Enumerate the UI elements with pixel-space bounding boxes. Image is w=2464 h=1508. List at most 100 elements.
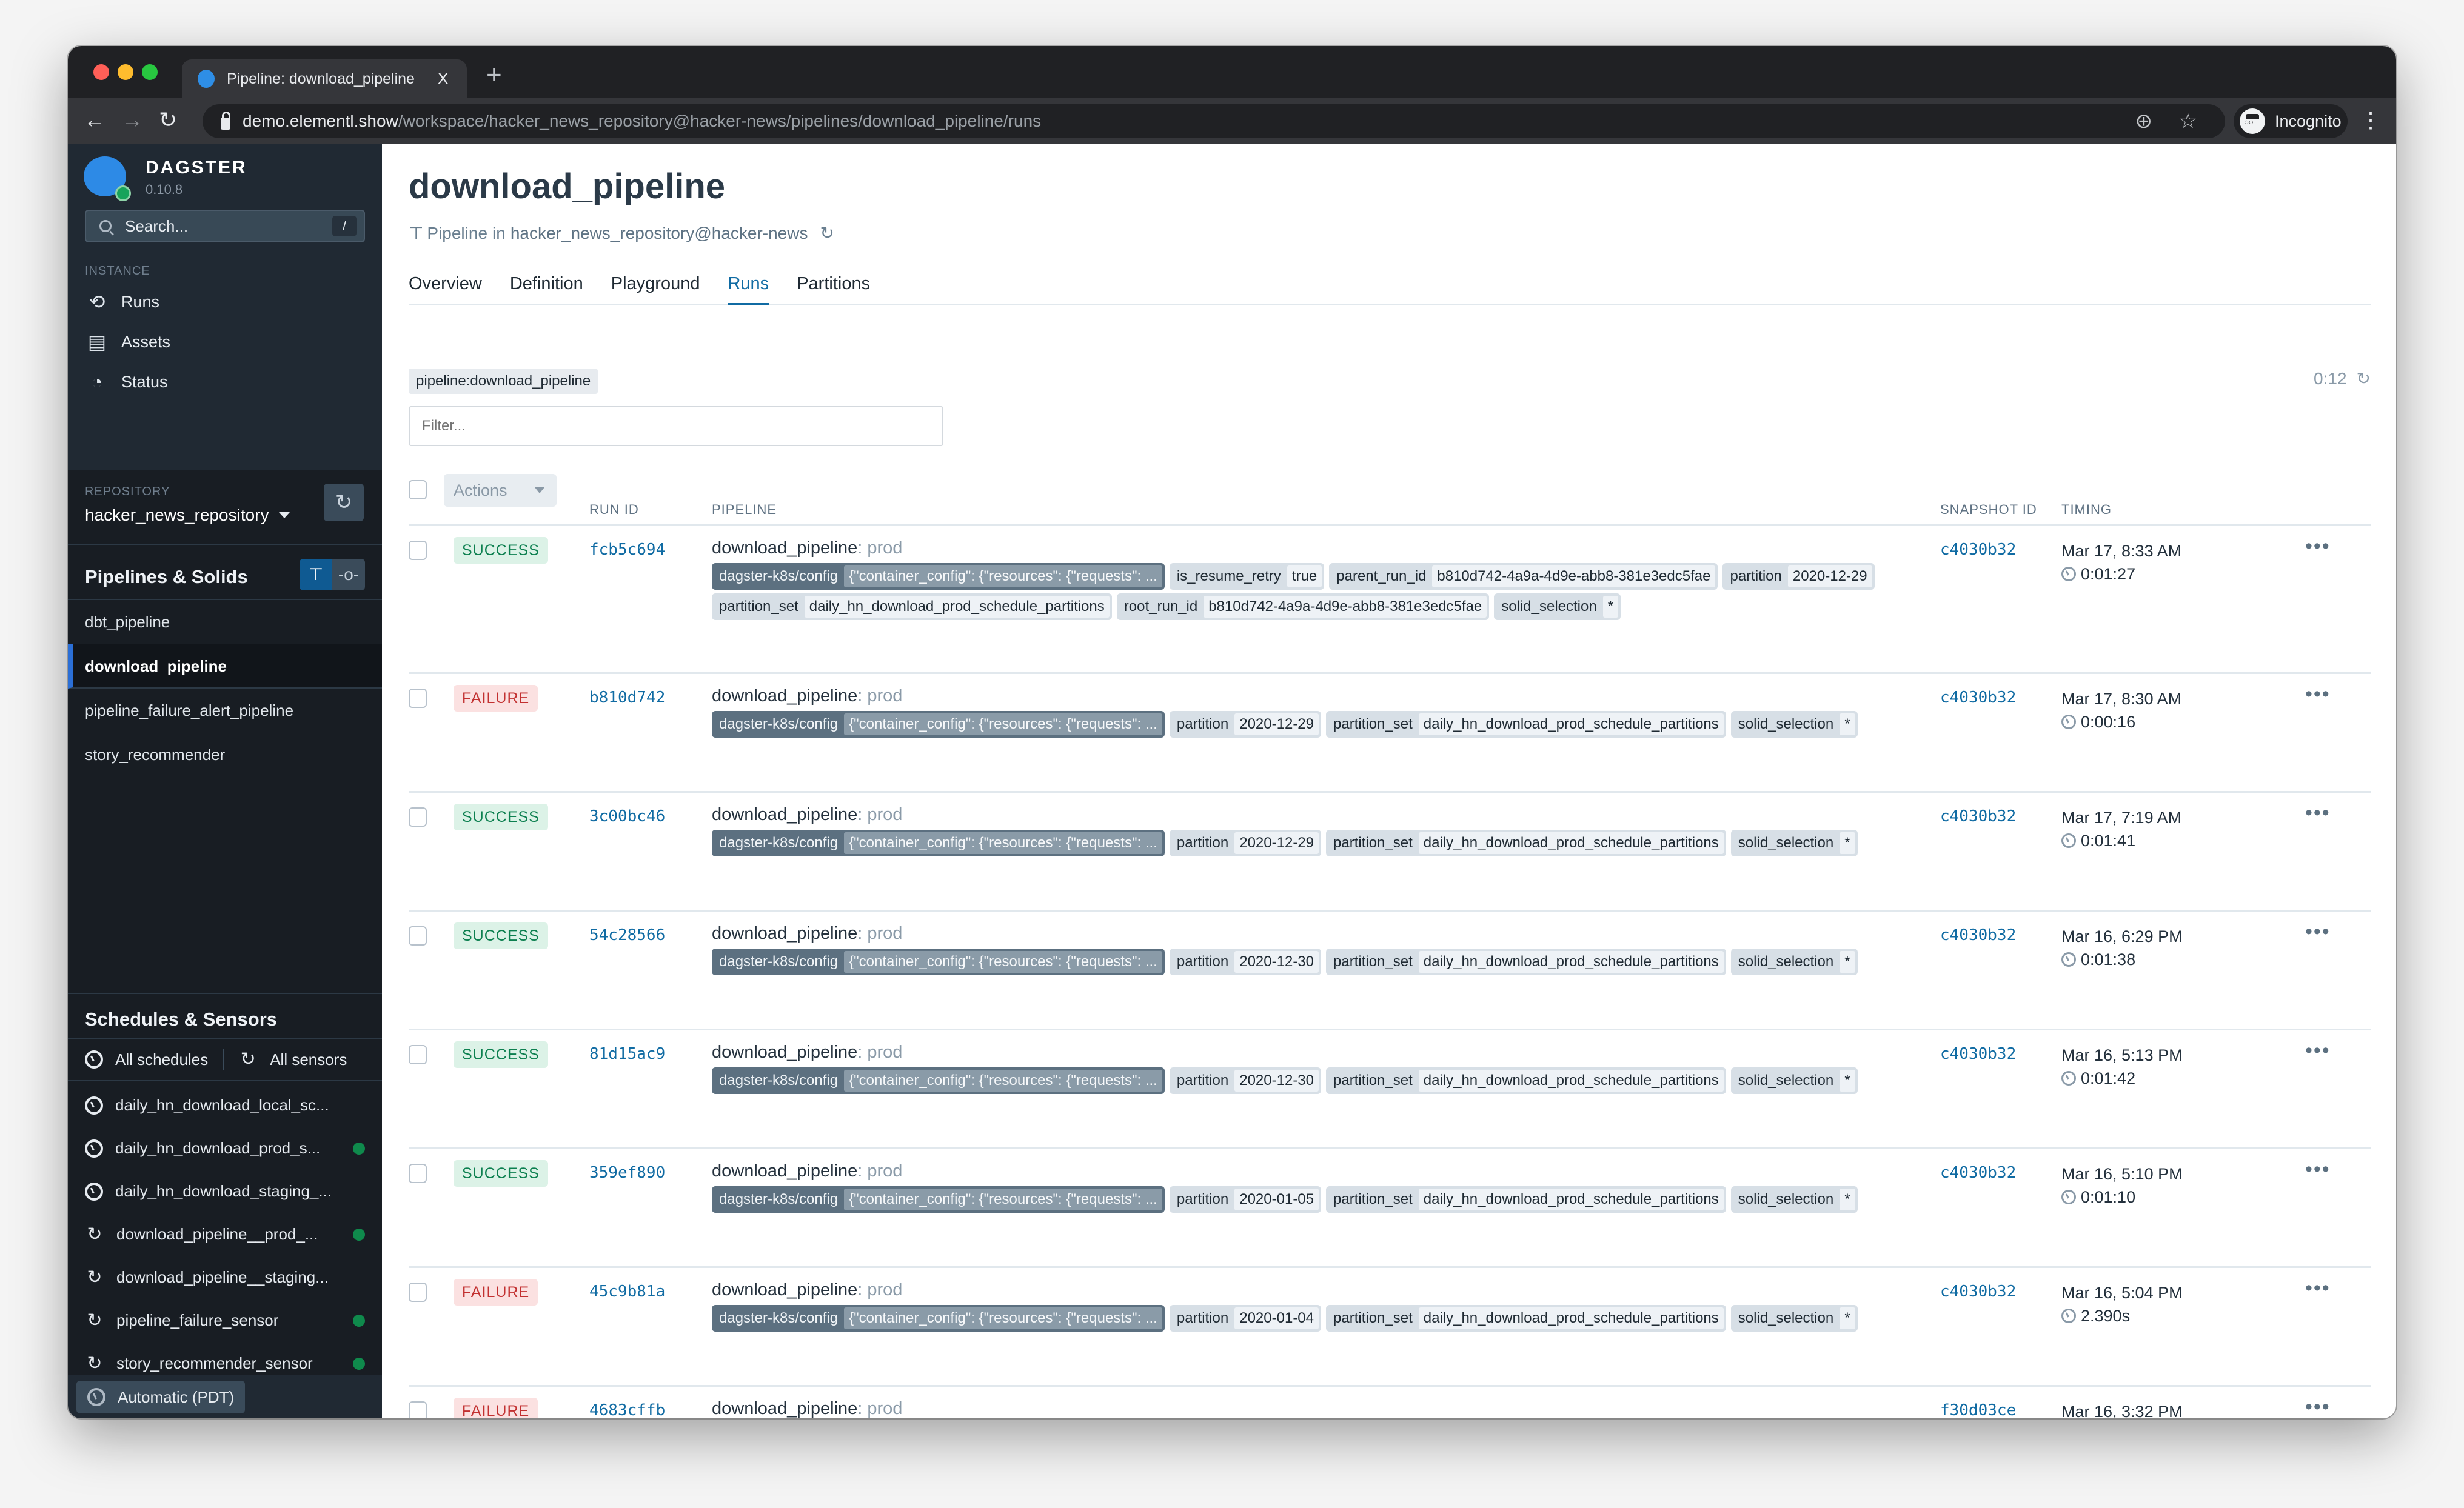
run-id-link[interactable]: fcb5c694: [589, 541, 665, 559]
more-actions-icon[interactable]: •••: [2305, 682, 2331, 706]
run-id-link[interactable]: 81d15ac9: [589, 1045, 665, 1063]
pipeline-name-text[interactable]: download_pipeline: [712, 1161, 857, 1181]
select-all-checkbox[interactable]: [409, 480, 427, 499]
run-tag[interactable]: dagster-k8s/config {"container_config": …: [712, 1067, 1165, 1094]
run-tag[interactable]: solid_selection *: [1730, 1067, 1858, 1094]
browser-tab[interactable]: Pipeline: download_pipeline X: [182, 59, 467, 98]
actions-dropdown[interactable]: Actions: [444, 474, 557, 507]
snapshot-id-link[interactable]: c4030b32: [1940, 1164, 2016, 1182]
sidebar-pipeline-item[interactable]: story_recommender: [68, 733, 382, 777]
sidebar-item-assets[interactable]: ▤ Assets: [86, 331, 170, 353]
run-id-link[interactable]: 4683cffb: [589, 1401, 665, 1418]
snapshot-id-link[interactable]: c4030b32: [1940, 926, 2016, 944]
tab-partitions[interactable]: Partitions: [797, 263, 870, 304]
run-tag[interactable]: is_resume_retry true: [1169, 563, 1325, 590]
pipeline-name-text[interactable]: download_pipeline: [712, 1280, 857, 1299]
filter-input[interactable]: [409, 406, 943, 446]
more-actions-icon[interactable]: •••: [2305, 535, 2331, 558]
snapshot-id-link[interactable]: c4030b32: [1940, 807, 2016, 826]
pipeline-name-text[interactable]: download_pipeline: [712, 1043, 857, 1062]
run-tag[interactable]: partition 2020-12-30: [1169, 949, 1321, 975]
run-tag[interactable]: partition 2020-01-04: [1169, 1305, 1321, 1332]
incognito-profile-button[interactable]: Incognito: [2234, 104, 2348, 138]
address-bar[interactable]: demo.elementl.show /workspace/hacker_new…: [203, 104, 2225, 138]
run-tag[interactable]: solid_selection *: [1730, 949, 1858, 975]
row-checkbox[interactable]: [409, 1283, 427, 1302]
run-tag[interactable]: partition_set daily_hn_download_prod_sch…: [1326, 830, 1726, 856]
run-tag[interactable]: partition 2020-12-29: [1722, 563, 1875, 590]
minimize-window-button[interactable]: [118, 64, 133, 80]
sidebar-pipeline-item[interactable]: dbt_pipeline: [68, 600, 382, 644]
maximize-window-button[interactable]: [142, 64, 158, 80]
schedule-item[interactable]: daily_hn_download_prod_s...: [68, 1127, 382, 1170]
pipeline-name-text[interactable]: download_pipeline: [712, 1399, 857, 1418]
zoom-icon[interactable]: ⊕: [2135, 109, 2153, 133]
run-tag[interactable]: partition_set daily_hn_download_prod_sch…: [1326, 1067, 1726, 1094]
run-tag[interactable]: root_run_id b810d742-4a9a-4d9e-abb8-381e…: [1116, 593, 1490, 620]
sidebar-item-runs[interactable]: ⟲ Runs: [86, 291, 159, 313]
row-checkbox[interactable]: [409, 689, 427, 708]
repository-link[interactable]: hacker_news_repository@hacker-news: [511, 224, 808, 243]
row-checkbox[interactable]: [409, 807, 427, 827]
more-actions-icon[interactable]: •••: [2305, 1158, 2331, 1181]
schedule-item[interactable]: ↻ download_pipeline__prod_...: [68, 1213, 382, 1256]
reload-icon[interactable]: ↻: [159, 107, 177, 133]
all-sensors-link[interactable]: ↻ All sensors: [238, 1050, 347, 1069]
snapshot-id-link[interactable]: c4030b32: [1940, 689, 2016, 707]
schedule-item[interactable]: ↻ pipeline_failure_sensor: [68, 1299, 382, 1342]
tab-runs[interactable]: Runs: [728, 263, 769, 305]
run-tag[interactable]: dagster-k8s/config {"container_config": …: [712, 711, 1165, 738]
run-id-link[interactable]: 54c28566: [589, 926, 665, 944]
row-checkbox[interactable]: [409, 541, 427, 560]
row-checkbox[interactable]: [409, 926, 427, 946]
pipeline-name-text[interactable]: download_pipeline: [712, 805, 857, 824]
tab-definition[interactable]: Definition: [510, 263, 583, 304]
run-tag[interactable]: partition 2020-12-29: [1169, 830, 1321, 856]
run-id-link[interactable]: b810d742: [589, 689, 665, 707]
sidebar-pipeline-item[interactable]: pipeline_failure_alert_pipeline: [68, 689, 382, 733]
more-actions-icon[interactable]: •••: [2305, 920, 2331, 944]
schedule-item[interactable]: ↻ download_pipeline__staging...: [68, 1256, 382, 1299]
run-tag[interactable]: parent_run_id b810d742-4a9a-4d9e-abb8-38…: [1329, 563, 1718, 590]
repository-dropdown[interactable]: hacker_news_repository: [85, 505, 290, 525]
run-id-link[interactable]: 45c9b81a: [589, 1283, 665, 1301]
more-actions-icon[interactable]: •••: [2305, 801, 2331, 825]
run-tag[interactable]: dagster-k8s/config {"container_config": …: [712, 1186, 1165, 1213]
schedule-item[interactable]: daily_hn_download_staging_...: [68, 1170, 382, 1213]
snapshot-id-link[interactable]: c4030b32: [1940, 1045, 2016, 1063]
run-tag[interactable]: dagster-k8s/config {"container_config": …: [712, 830, 1165, 856]
run-tag[interactable]: dagster-k8s/config {"container_config": …: [712, 563, 1165, 590]
new-tab-button[interactable]: +: [486, 62, 502, 88]
search-input[interactable]: Search... /: [85, 210, 365, 242]
pipelines-view-icon[interactable]: ⊤: [300, 559, 332, 590]
pipeline-name-text[interactable]: download_pipeline: [712, 538, 857, 558]
reload-repository-button[interactable]: ↻: [324, 484, 364, 521]
browser-menu-icon[interactable]: ⋮: [2360, 107, 2382, 133]
filter-token[interactable]: pipeline:download_pipeline: [409, 369, 598, 394]
snapshot-id-link[interactable]: c4030b32: [1940, 1283, 2016, 1301]
run-tag[interactable]: partition 2020-12-30: [1169, 1067, 1321, 1094]
close-window-button[interactable]: [93, 64, 109, 80]
run-tag[interactable]: solid_selection *: [1730, 830, 1858, 856]
run-id-link[interactable]: 359ef890: [589, 1164, 665, 1182]
run-tag[interactable]: partition_set daily_hn_download_prod_sch…: [1326, 949, 1726, 975]
refresh-icon[interactable]: ↻: [2357, 369, 2371, 389]
run-tag[interactable]: solid_selection *: [1730, 711, 1858, 738]
run-tag[interactable]: solid_selection *: [1494, 593, 1621, 620]
sidebar-item-status[interactable]: ◔ Status: [86, 371, 167, 393]
sidebar-pipeline-item[interactable]: download_pipeline: [68, 644, 382, 689]
tab-overview[interactable]: Overview: [409, 263, 482, 304]
run-tag[interactable]: partition_set daily_hn_download_prod_sch…: [1326, 711, 1726, 738]
more-actions-icon[interactable]: •••: [2305, 1276, 2331, 1300]
run-tag[interactable]: partition_set daily_hn_download_prod_sch…: [1326, 1305, 1726, 1332]
run-tag[interactable]: partition_set daily_hn_download_prod_sch…: [712, 593, 1112, 620]
all-schedules-link[interactable]: All schedules: [85, 1050, 208, 1069]
run-tag[interactable]: partition 2020-12-29: [1169, 711, 1321, 738]
pipeline-name-text[interactable]: download_pipeline: [712, 686, 857, 706]
bookmark-star-icon[interactable]: ☆: [2179, 109, 2197, 133]
row-checkbox[interactable]: [409, 1045, 427, 1064]
run-tag[interactable]: solid_selection *: [1730, 1186, 1858, 1213]
reload-icon[interactable]: ↻: [820, 223, 834, 243]
snapshot-id-link[interactable]: f30d03ce: [1940, 1401, 2016, 1418]
run-tag[interactable]: dagster-k8s/config {"container_config": …: [712, 1305, 1165, 1332]
